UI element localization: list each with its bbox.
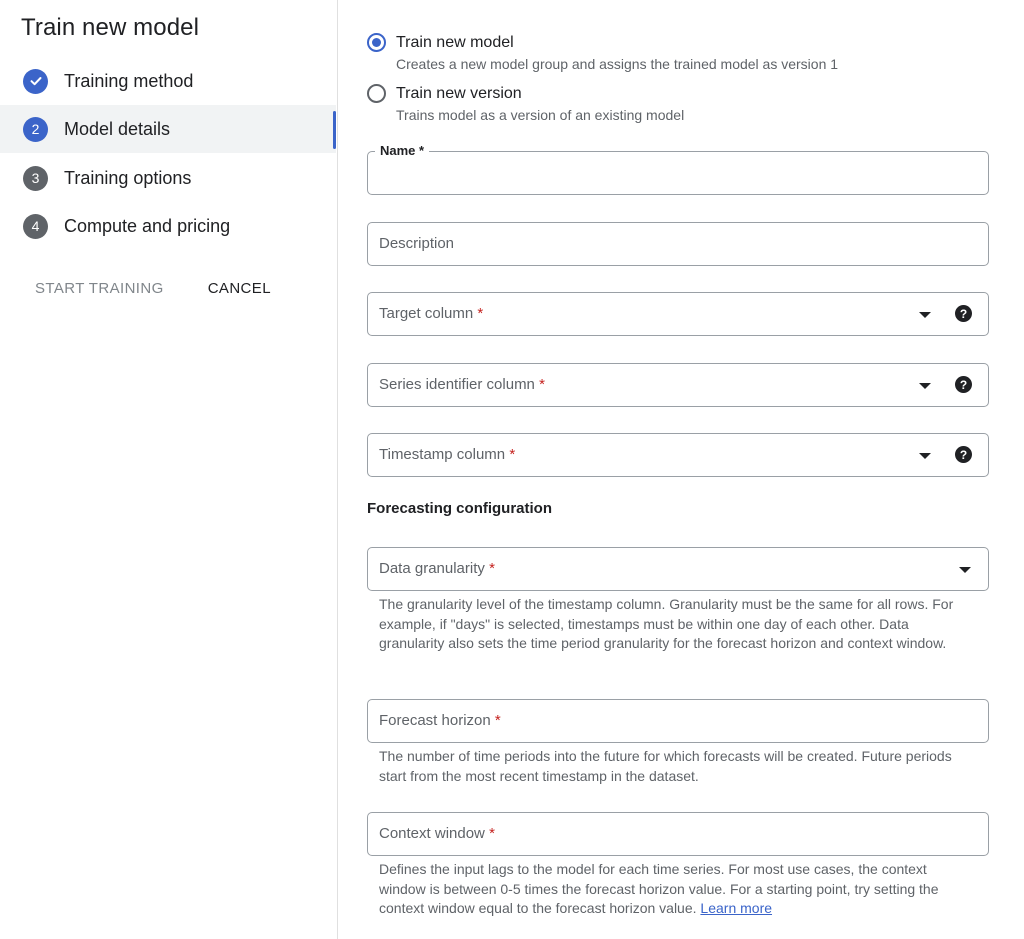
data-granularity-label: Data granularity * xyxy=(379,560,495,577)
radio-option-train-new-model[interactable]: Train new model Creates a new model grou… xyxy=(367,33,838,72)
help-icon[interactable]: ? xyxy=(955,446,972,463)
name-input[interactable]: Name * xyxy=(367,143,989,195)
description-field-label: Description xyxy=(379,235,455,252)
timestamp-column-label: Timestamp column * xyxy=(379,446,516,463)
radio-label: Train new model xyxy=(396,34,514,51)
step-number-badge: 2 xyxy=(23,116,48,142)
cancel-button[interactable]: CANCEL xyxy=(208,280,271,297)
step-label: Training options xyxy=(64,167,192,188)
help-icon[interactable]: ? xyxy=(955,305,972,322)
page-title: Train new model xyxy=(21,14,200,41)
checkmark-icon xyxy=(23,68,48,94)
start-training-button[interactable]: START TRAINING xyxy=(35,280,164,297)
radio-button[interactable] xyxy=(367,84,386,103)
data-granularity-helper-text: The granularity level of the timestamp c… xyxy=(379,596,954,651)
dropdown-arrow-icon xyxy=(919,312,931,318)
dropdown-arrow-icon xyxy=(919,383,931,389)
radio-description: Creates a new model group and assigns th… xyxy=(396,56,839,72)
context-window-helper-text: Defines the input lags to the model for … xyxy=(379,861,939,916)
context-window-label: Context window * xyxy=(379,825,495,842)
radio-button-selected[interactable] xyxy=(367,33,386,52)
step-training-method[interactable]: Training method xyxy=(0,57,336,105)
step-label: Compute and pricing xyxy=(64,215,231,236)
forecast-horizon-helper-text: The number of time periods into the futu… xyxy=(379,748,952,784)
data-granularity-select[interactable]: Data granularity * xyxy=(367,547,989,591)
forecasting-configuration-heading: Forecasting configuration xyxy=(367,500,553,517)
radio-option-train-new-version[interactable]: Train new version Trains model as a vers… xyxy=(367,84,684,123)
step-label: Training method xyxy=(64,70,194,91)
description-input[interactable]: Description xyxy=(367,222,989,266)
target-column-select[interactable]: Target column * ? xyxy=(367,292,989,336)
step-compute-and-pricing[interactable]: 4 Compute and pricing xyxy=(0,202,336,250)
forecast-horizon-input[interactable]: Forecast horizon * xyxy=(367,699,989,743)
stepper-actions: START TRAINING CANCEL xyxy=(35,280,271,297)
radio-description: Trains model as a version of an existing… xyxy=(396,107,685,123)
step-number-badge: 3 xyxy=(23,165,48,191)
learn-more-link[interactable]: Learn more xyxy=(700,900,772,916)
forecast-horizon-label: Forecast horizon * xyxy=(379,712,501,729)
help-icon[interactable]: ? xyxy=(955,376,972,393)
timestamp-column-select[interactable]: Timestamp column * ? xyxy=(367,433,989,477)
series-identifier-column-select[interactable]: Series identifier column * ? xyxy=(367,363,989,407)
radio-label: Train new version xyxy=(396,85,522,102)
dropdown-arrow-icon xyxy=(959,567,971,573)
stepper-panel: Train new model Training method 2 Model … xyxy=(0,0,338,939)
step-training-options[interactable]: 3 Training options xyxy=(0,154,336,202)
series-identifier-column-label: Series identifier column * xyxy=(379,376,545,393)
context-window-input[interactable]: Context window * xyxy=(367,812,989,856)
name-field-label: Name * xyxy=(375,143,430,158)
dropdown-arrow-icon xyxy=(919,453,931,459)
target-column-label: Target column * xyxy=(379,305,484,322)
context-window-helper: Defines the input lags to the model for … xyxy=(379,860,969,919)
step-label: Model details xyxy=(64,118,171,139)
step-number-badge: 4 xyxy=(23,213,48,239)
step-model-details[interactable]: 2 Model details xyxy=(0,105,336,153)
